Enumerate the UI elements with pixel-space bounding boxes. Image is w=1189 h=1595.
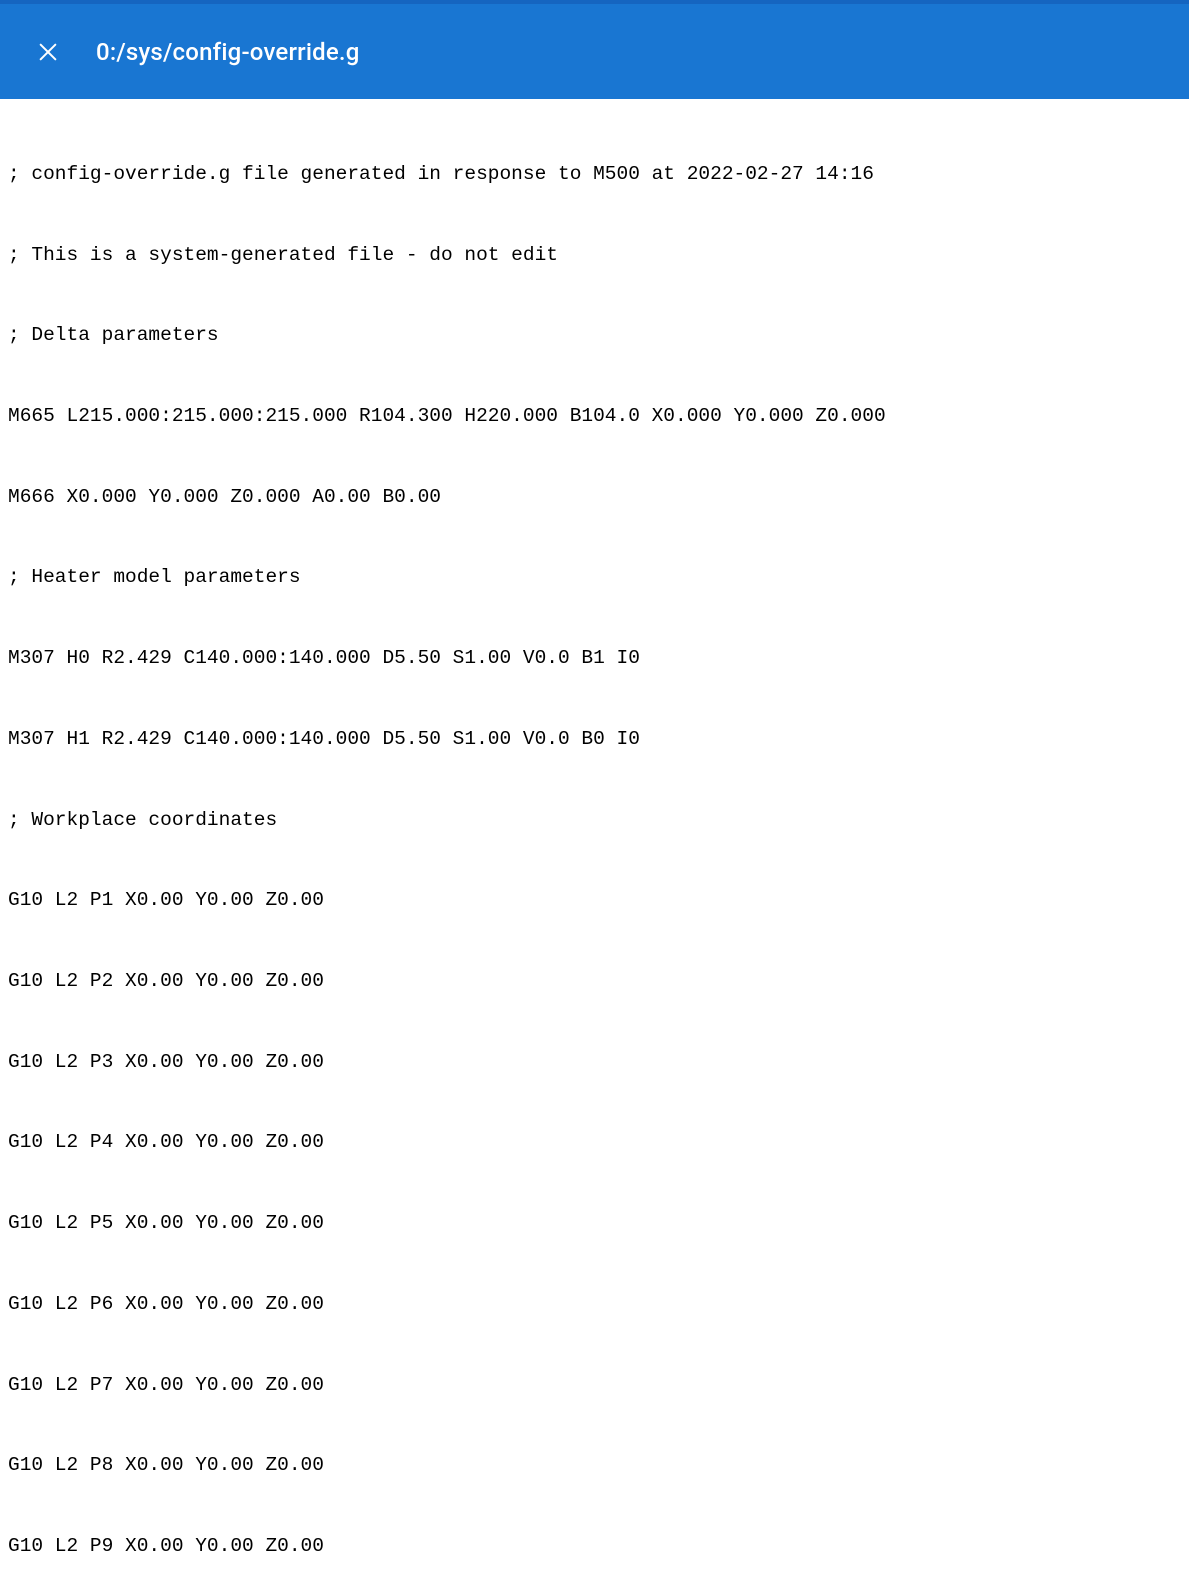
file-line: G10 L2 P7 X0.00 Y0.00 Z0.00	[8, 1372, 1181, 1399]
file-line: M307 H0 R2.429 C140.000:140.000 D5.50 S1…	[8, 645, 1181, 672]
file-line: G10 L2 P5 X0.00 Y0.00 Z0.00	[8, 1210, 1181, 1237]
file-line: M665 L215.000:215.000:215.000 R104.300 H…	[8, 403, 1181, 430]
file-line: G10 L2 P1 X0.00 Y0.00 Z0.00	[8, 887, 1181, 914]
file-line: ; Delta parameters	[8, 322, 1181, 349]
close-button[interactable]	[28, 32, 68, 72]
file-line: ; config-override.g file generated in re…	[8, 161, 1181, 188]
file-line: M307 H1 R2.429 C140.000:140.000 D5.50 S1…	[8, 726, 1181, 753]
file-line: ; This is a system-generated file - do n…	[8, 242, 1181, 269]
file-path-title: 0:/sys/config-override.g	[96, 38, 360, 66]
file-line: G10 L2 P9 X0.00 Y0.00 Z0.00	[8, 1533, 1181, 1560]
file-header-bar: 0:/sys/config-override.g	[0, 4, 1189, 99]
file-line: G10 L2 P2 X0.00 Y0.00 Z0.00	[8, 968, 1181, 995]
file-line: G10 L2 P8 X0.00 Y0.00 Z0.00	[8, 1452, 1181, 1479]
file-line: G10 L2 P6 X0.00 Y0.00 Z0.00	[8, 1291, 1181, 1318]
file-line: ; Workplace coordinates	[8, 807, 1181, 834]
file-line: M666 X0.000 Y0.000 Z0.000 A0.00 B0.00	[8, 484, 1181, 511]
close-icon	[37, 41, 59, 63]
file-content-viewer[interactable]: ; config-override.g file generated in re…	[0, 99, 1189, 1595]
file-line: G10 L2 P4 X0.00 Y0.00 Z0.00	[8, 1129, 1181, 1156]
file-line: ; Heater model parameters	[8, 564, 1181, 591]
file-line: G10 L2 P3 X0.00 Y0.00 Z0.00	[8, 1049, 1181, 1076]
